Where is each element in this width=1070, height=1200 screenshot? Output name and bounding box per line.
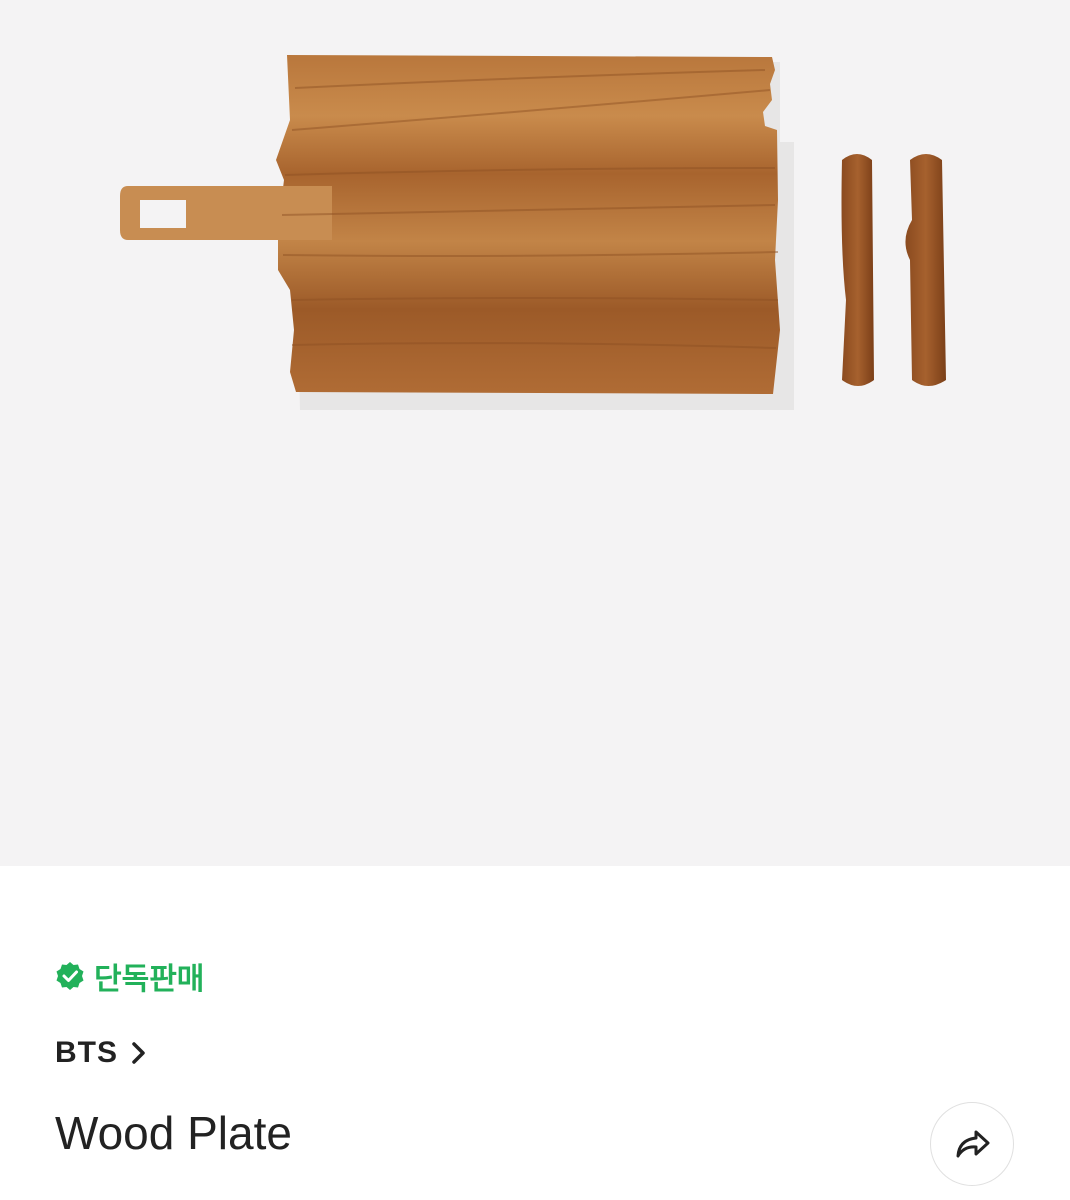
exclusive-badge: 단독판매 (54, 954, 204, 998)
verified-check-icon (56, 962, 84, 990)
badge-label: 단독판매 (94, 963, 205, 996)
product-info: 단독판매 BTS Wood Plate (0, 866, 1070, 1200)
wood-plate-illustration (120, 55, 946, 410)
share-icon (956, 1130, 990, 1158)
product-image[interactable] (0, 0, 1070, 866)
brand-link[interactable]: BTS (55, 1036, 150, 1070)
share-button[interactable] (930, 1102, 1014, 1186)
chevron-right-icon (132, 1042, 145, 1064)
brand-name: BTS (55, 1036, 118, 1069)
product-title: Wood Plate (55, 1107, 292, 1159)
